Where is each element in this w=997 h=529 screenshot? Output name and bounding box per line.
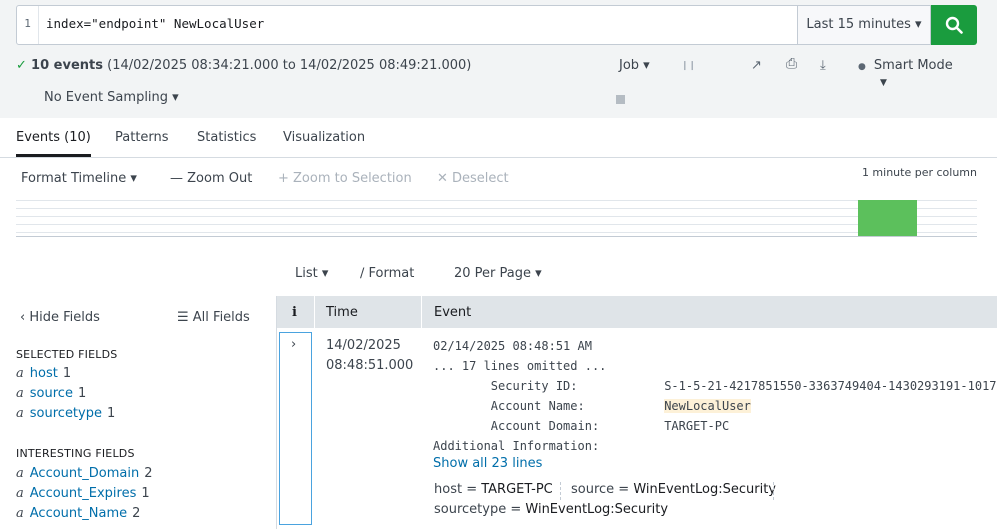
field-count: 1 — [77, 386, 87, 401]
lightbulb-icon: ● — [858, 62, 866, 72]
event-line: ... 17 lines omitted ... — [433, 359, 607, 373]
time-column-header[interactable]: Time — [326, 305, 358, 320]
all-fields-button[interactable]: ☰ All Fields — [177, 310, 250, 325]
field-count: 1 — [62, 366, 72, 381]
event-line: Additional Information: — [433, 439, 600, 453]
column-divider — [421, 296, 422, 328]
source-field[interactable]: source = WinEventLog:Security — [571, 482, 776, 497]
field-name[interactable]: Account_Name — [30, 506, 127, 521]
chevron-right-icon: › — [291, 337, 297, 352]
search-status: ✓ 10 events (14/02/2025 08:34:21.000 to … — [16, 58, 471, 73]
show-all-lines-link[interactable]: Show all 23 lines — [433, 456, 542, 471]
per-page-menu[interactable]: 20 Per Page ▾ — [454, 266, 542, 281]
stop-icon[interactable] — [616, 95, 625, 104]
pause-icon[interactable]: ❙❙ — [681, 61, 696, 71]
event-date: 14/02/2025 — [326, 338, 401, 353]
sourcetype-field[interactable]: sourcetype = WinEventLog:Security — [434, 502, 668, 517]
field-type-icon: a — [16, 506, 24, 521]
event-raw-text: 02/14/2025 08:48:51 AM ... 17 lines omitt… — [433, 336, 997, 456]
field-count: 1 — [141, 486, 150, 501]
column-divider — [314, 296, 315, 328]
results-tabs: Events (10) Patterns Statistics Visualiz… — [0, 118, 997, 158]
time-range-picker[interactable]: Last 15 minutes ▾ — [797, 5, 931, 45]
format-timeline-button[interactable]: Format Timeline ▾ — [21, 171, 137, 186]
field-host[interactable]: a host 1 — [16, 366, 71, 381]
timeline-gridline — [16, 216, 977, 217]
event-time: 14/02/2025 08:48:51.000 — [326, 336, 413, 376]
tab-visualization[interactable]: Visualization — [283, 130, 365, 145]
event-count: 10 events — [31, 58, 103, 73]
timeline-panel: Format Timeline ▾ — Zoom Out + Zoom to S… — [0, 158, 997, 296]
selected-fields-title: SELECTED FIELDS — [16, 348, 118, 361]
event-line: Security ID: S-1-5-21-4217851550-3363749… — [433, 379, 997, 393]
list-view-menu[interactable]: List ▾ — [295, 266, 328, 281]
chevron-down-icon[interactable]: ▼ — [880, 78, 887, 88]
job-menu[interactable]: Job ▾ — [619, 58, 650, 73]
field-account-expires[interactable]: a Account_Expires 1 — [16, 486, 150, 501]
search-bar: 1 index="endpoint" NewLocalUser Last 15 … — [16, 5, 977, 45]
field-type-icon: a — [16, 406, 24, 421]
tab-patterns[interactable]: Patterns — [115, 130, 169, 145]
field-type-icon: a — [16, 486, 24, 501]
deselect-button[interactable]: ✕ Deselect — [437, 171, 509, 186]
interesting-fields-title: INTERESTING FIELDS — [16, 447, 135, 460]
event-column-header[interactable]: Event — [434, 305, 471, 320]
field-name[interactable]: sourcetype — [30, 406, 102, 421]
event-clock: 08:48:51.000 — [326, 358, 414, 373]
fields-sidebar: ‹ Hide Fields ☰ All Fields SELECTED FIEL… — [0, 296, 277, 529]
field-count: 2 — [132, 506, 141, 521]
timeline-scale-label: 1 minute per column — [861, 166, 977, 179]
search-query-text[interactable]: index="endpoint" NewLocalUser — [46, 6, 264, 42]
line-number: 1 — [17, 6, 39, 44]
field-name[interactable]: source — [30, 386, 73, 401]
field-account-domain[interactable]: a Account_Domain 2 — [16, 466, 152, 481]
host-field[interactable]: host = TARGET-PC — [434, 482, 553, 497]
event-line: Account Domain: TARGET-PC — [433, 419, 730, 433]
timeline-gridline — [16, 224, 977, 225]
events-table: i Time Event › 14/02/2025 08:48:51.000 0… — [277, 296, 997, 529]
field-name[interactable]: Account_Domain — [30, 466, 139, 481]
zoom-to-selection-button[interactable]: + Zoom to Selection — [278, 171, 412, 186]
search-mode-menu[interactable]: ● Smart Mode — [858, 58, 953, 73]
timeline-axis — [16, 236, 977, 237]
time-range-text: (14/02/2025 08:34:21.000 to 14/02/2025 0… — [107, 58, 472, 73]
timeline-gridline — [16, 208, 977, 209]
expand-event-button[interactable]: › — [279, 332, 312, 525]
tab-statistics[interactable]: Statistics — [197, 130, 256, 145]
field-account-name[interactable]: a Account_Name 2 — [16, 506, 140, 521]
field-name[interactable]: host — [30, 366, 58, 381]
search-button[interactable] — [931, 5, 977, 45]
timeline-bar[interactable] — [858, 200, 917, 236]
highlighted-search-term[interactable]: NewLocalUser — [664, 399, 751, 413]
field-type-icon: a — [16, 386, 24, 401]
timeline-gridline — [16, 200, 977, 201]
field-count: 1 — [106, 406, 116, 421]
share-icon[interactable]: ↗ — [751, 58, 762, 73]
event-line: 02/14/2025 08:48:51 AM — [433, 339, 592, 353]
timeline-gridline — [16, 232, 977, 233]
event-sampling-menu[interactable]: No Event Sampling ▾ — [44, 90, 179, 105]
tab-events[interactable]: Events (10) — [16, 130, 91, 157]
print-icon[interactable]: ⎙ — [786, 56, 797, 72]
field-name[interactable]: Account_Expires — [30, 486, 137, 501]
field-sourcetype[interactable]: a sourcetype 1 — [16, 406, 115, 421]
format-button[interactable]: ∕ Format — [360, 266, 414, 281]
search-input[interactable]: 1 index="endpoint" NewLocalUser — [16, 5, 798, 45]
field-type-icon: a — [16, 366, 24, 381]
info-column-header[interactable]: i — [292, 305, 297, 320]
field-divider — [560, 482, 561, 500]
zoom-out-button[interactable]: — Zoom Out — [170, 171, 252, 186]
search-mode-label: Smart Mode — [873, 58, 953, 73]
field-divider — [773, 482, 774, 500]
search-icon — [945, 16, 963, 34]
event-line: Account Name: NewLocalUser — [433, 399, 751, 413]
table-header: i Time Event — [277, 296, 997, 328]
field-source[interactable]: a source 1 — [16, 386, 86, 401]
export-icon[interactable]: ⤓ — [820, 58, 826, 73]
hide-fields-button[interactable]: ‹ Hide Fields — [20, 310, 100, 325]
field-type-icon: a — [16, 466, 24, 481]
field-count: 2 — [144, 466, 153, 481]
check-icon: ✓ — [16, 58, 27, 73]
